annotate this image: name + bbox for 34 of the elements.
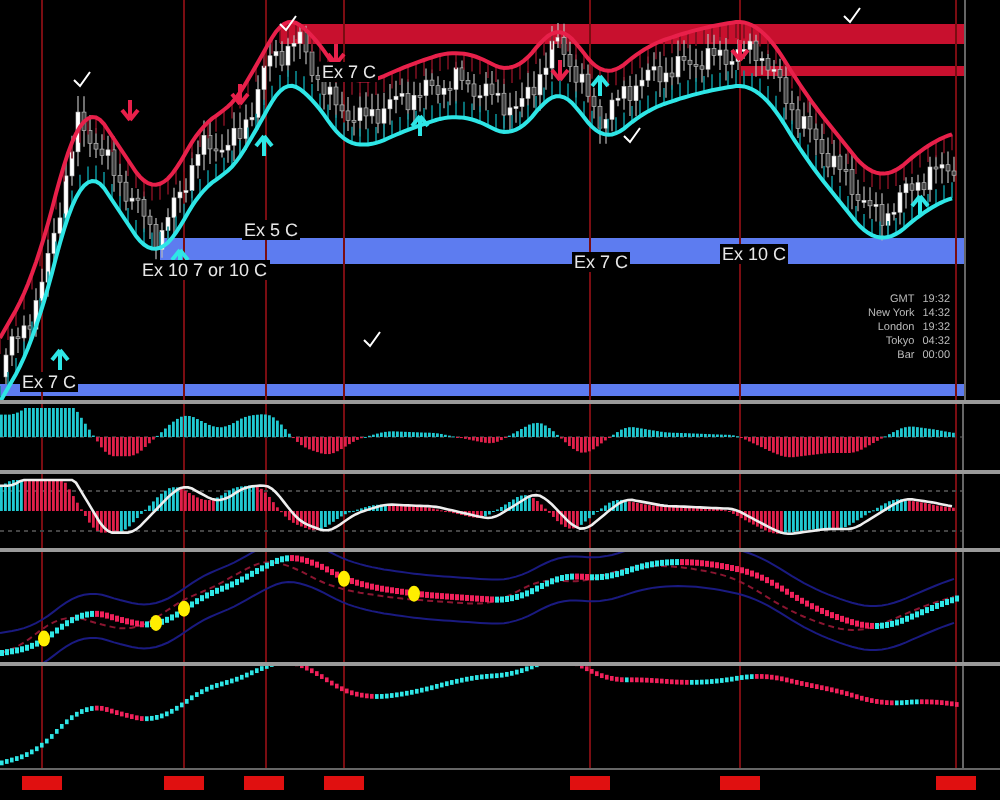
- up-arrow-icon: [910, 194, 930, 218]
- date-marker: [570, 776, 610, 790]
- date-marker: [22, 776, 62, 790]
- date-marker: [244, 776, 284, 790]
- down-arrow-icon: [326, 42, 346, 66]
- check-icon: [623, 127, 641, 144]
- date-marker: [324, 776, 364, 790]
- annotation-label: Ex 7 C: [572, 252, 631, 272]
- signal-dot: [338, 570, 350, 587]
- check-icon: [279, 15, 297, 32]
- signal-dot: [178, 600, 190, 617]
- down-arrow-icon: [230, 82, 250, 106]
- check-icon: [363, 331, 381, 348]
- histogram-wave: [180, 488, 215, 511]
- up-arrow-icon: [254, 134, 274, 158]
- up-arrow-icon: [590, 74, 610, 98]
- date-marker: [936, 776, 976, 790]
- check-icon: [843, 7, 861, 24]
- signal-dot: [38, 630, 50, 647]
- signal-dot: [150, 614, 162, 631]
- up-arrow-icon: [50, 348, 70, 372]
- down-arrow-icon: [120, 98, 140, 122]
- annotation-label: Ex 5 C: [242, 220, 301, 240]
- date-marker: [720, 776, 760, 790]
- up-arrow-icon: [410, 114, 430, 138]
- annotation-label: Ex 7 C: [20, 372, 79, 392]
- check-icon: [73, 71, 91, 88]
- annotation-label: Ex 10 C: [720, 244, 789, 264]
- down-arrow-icon: [550, 58, 570, 82]
- date-marker: [164, 776, 204, 790]
- down-arrow-icon: [730, 38, 750, 62]
- signal-dot: [408, 585, 420, 602]
- annotation-label: Ex 7 C: [320, 62, 379, 82]
- annotation-label: Ex 10 7 or 10 C: [140, 260, 270, 280]
